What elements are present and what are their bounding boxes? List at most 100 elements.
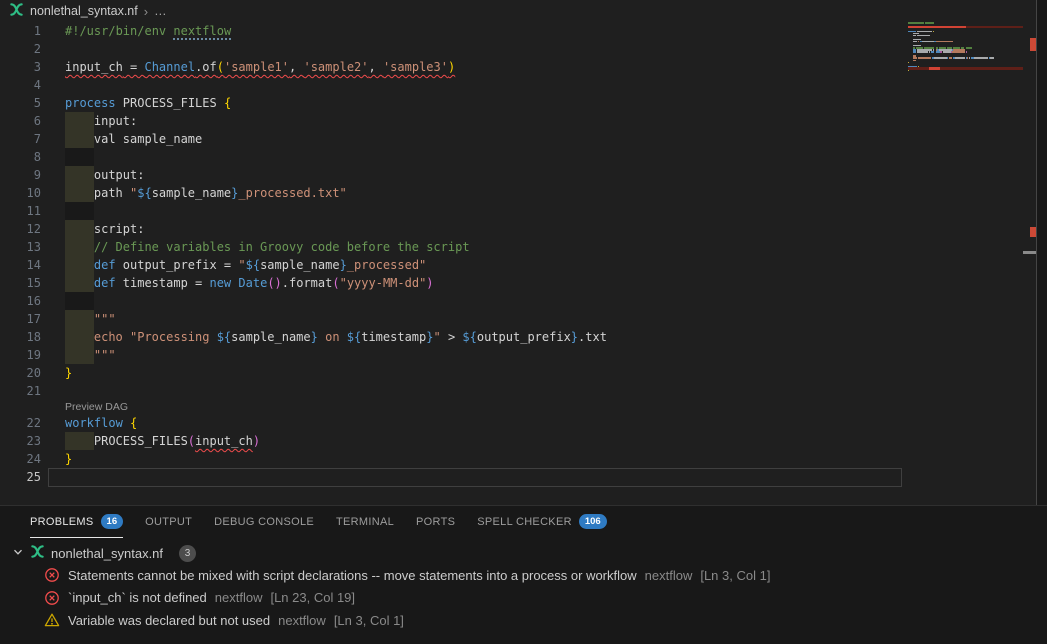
tab-spell-checker[interactable]: SPELL CHECKER106	[477, 506, 606, 538]
warning-icon	[44, 612, 60, 628]
line-number[interactable]: 5	[0, 94, 41, 112]
line-content: input_ch = Channel.of('sample1', 'sample…	[65, 58, 905, 76]
nextflow-file-icon	[9, 2, 24, 20]
code-line-9[interactable]: 9output:	[0, 166, 905, 184]
code-token: )	[253, 434, 260, 448]
code-token: )	[448, 60, 455, 74]
code-token: echo	[94, 330, 130, 344]
problem-row[interactable]: Variable was declared but not usednextfl…	[0, 609, 1047, 632]
code-line-2[interactable]: 2	[0, 40, 905, 58]
code-line-12[interactable]: 12script:	[0, 220, 905, 238]
code-token: ,	[369, 60, 383, 74]
code-line-7[interactable]: 7 val sample_name	[0, 130, 905, 148]
code-token: }	[426, 330, 433, 344]
code-line-22[interactable]: 22 workflow {	[0, 414, 905, 432]
code-line-20[interactable]: 20}	[0, 364, 905, 382]
line-number[interactable]: 3	[0, 58, 41, 76]
tab-badge: 16	[101, 514, 124, 529]
code-editor[interactable]: 1#!/usr/bin/env nextflow23input_ch = Cha…	[0, 22, 1047, 505]
code-token: #!/usr/bin/env	[65, 24, 173, 38]
code-line-1[interactable]: 1#!/usr/bin/env nextflow	[0, 22, 905, 40]
line-number[interactable]: 15	[0, 274, 41, 292]
error-icon	[44, 567, 60, 583]
minimap-error-marker	[908, 26, 966, 29]
code-token: ${	[462, 330, 476, 344]
code-line-21[interactable]: 21	[0, 382, 905, 400]
problem-row[interactable]: `input_ch` is not definednextflow[Ln 23,…	[0, 587, 1047, 610]
line-number[interactable]: 9	[0, 166, 41, 184]
line-number[interactable]: 6	[0, 112, 41, 130]
code-token: .format	[282, 276, 333, 290]
code-line-16[interactable]: 16	[0, 292, 905, 310]
code-line-3[interactable]: 3 input_ch = Channel.of('sample1', 'sampl…	[0, 58, 905, 76]
line-number[interactable]: 14	[0, 256, 41, 274]
line-content: """	[65, 346, 905, 364]
code-token: }	[65, 366, 72, 380]
code-line-17[interactable]: 17 """	[0, 310, 905, 328]
line-number[interactable]: 2	[0, 40, 41, 58]
line-content	[65, 40, 905, 58]
breadcrumb-file[interactable]: nonlethal_syntax.nf	[30, 4, 138, 18]
code-line-5[interactable]: 5process PROCESS_FILES {	[0, 94, 905, 112]
code-line-6[interactable]: 6input:	[0, 112, 905, 130]
code-line-24[interactable]: 24}	[0, 450, 905, 468]
code-token: "	[434, 330, 441, 344]
code-line-11[interactable]: 11	[0, 202, 905, 220]
line-number[interactable]: 25	[0, 468, 41, 486]
line-number[interactable]: 11	[0, 202, 41, 220]
code-line-13[interactable]: 13// Define variables in Groovy code bef…	[0, 238, 905, 256]
problems-file-group[interactable]: nonlethal_syntax.nf 3	[0, 542, 1047, 564]
code-line-25[interactable]: 25	[0, 468, 905, 486]
line-content: workflow {	[65, 414, 905, 432]
tab-problems[interactable]: PROBLEMS 16	[30, 506, 123, 538]
overview-ruler[interactable]	[1023, 22, 1037, 505]
line-number[interactable]: 19	[0, 346, 41, 364]
tab-terminal[interactable]: TERMINAL	[336, 506, 394, 538]
line-number[interactable]: 10	[0, 184, 41, 202]
code-line-18[interactable]: 18echo "Processing ${sample_name} on ${t…	[0, 328, 905, 346]
code-token: =	[123, 60, 145, 74]
code-token: )	[275, 276, 282, 290]
line-number[interactable]: 21	[0, 382, 41, 400]
line-content: """	[65, 310, 905, 328]
line-number[interactable]: 7	[0, 130, 41, 148]
chevron-down-icon[interactable]	[10, 544, 26, 563]
code-token: sample_name	[152, 186, 231, 200]
line-number[interactable]: 8	[0, 148, 41, 166]
code-token: on	[318, 330, 347, 344]
tab-output[interactable]: OUTPUT	[145, 506, 192, 538]
tab-ports[interactable]: PORTS	[416, 506, 455, 538]
code-token: >	[441, 330, 463, 344]
code-token: (	[332, 276, 339, 290]
line-content	[65, 382, 905, 400]
minimap[interactable]	[908, 22, 1023, 505]
line-number[interactable]: 20	[0, 364, 41, 382]
code-line-4[interactable]: 4	[0, 76, 905, 94]
line-number[interactable]: 22	[0, 414, 41, 432]
tab-label: PROBLEMS	[30, 516, 94, 528]
breadcrumb-collapsed[interactable]: …	[154, 4, 168, 18]
line-number[interactable]: 13	[0, 238, 41, 256]
line-number[interactable]: 4	[0, 76, 41, 94]
code-line-23[interactable]: 23PROCESS_FILES(input_ch)	[0, 432, 905, 450]
code-line-8[interactable]: 8	[0, 148, 905, 166]
line-number[interactable]: 17	[0, 310, 41, 328]
code-line-19[interactable]: 19 """	[0, 346, 905, 364]
window-right-gutter	[1037, 0, 1047, 505]
line-number[interactable]: 18	[0, 328, 41, 346]
line-number[interactable]: 1	[0, 22, 41, 40]
code-line-10[interactable]: 10path "${sample_name}_processed.txt"	[0, 184, 905, 202]
codelens-preview-dag[interactable]: Preview DAG	[0, 400, 905, 414]
code-line-15[interactable]: 15def timestamp = new Date().format("yyy…	[0, 274, 905, 292]
problem-row[interactable]: Statements cannot be mixed with script d…	[0, 564, 1047, 587]
line-number[interactable]: 16	[0, 292, 41, 310]
code-token: """	[94, 312, 116, 326]
line-number[interactable]: 12	[0, 220, 41, 238]
line-content: val sample_name	[65, 130, 905, 148]
line-content: def output_prefix = "${sample_name}_proc…	[65, 256, 905, 274]
line-number[interactable]: 24	[0, 450, 41, 468]
code-line-14[interactable]: 14 def output_prefix = "${sample_name}_pr…	[0, 256, 905, 274]
line-number[interactable]: 23	[0, 432, 41, 450]
tab-debug-console[interactable]: DEBUG CONSOLE	[214, 506, 314, 538]
problem-message: Statements cannot be mixed with script d…	[68, 568, 637, 583]
